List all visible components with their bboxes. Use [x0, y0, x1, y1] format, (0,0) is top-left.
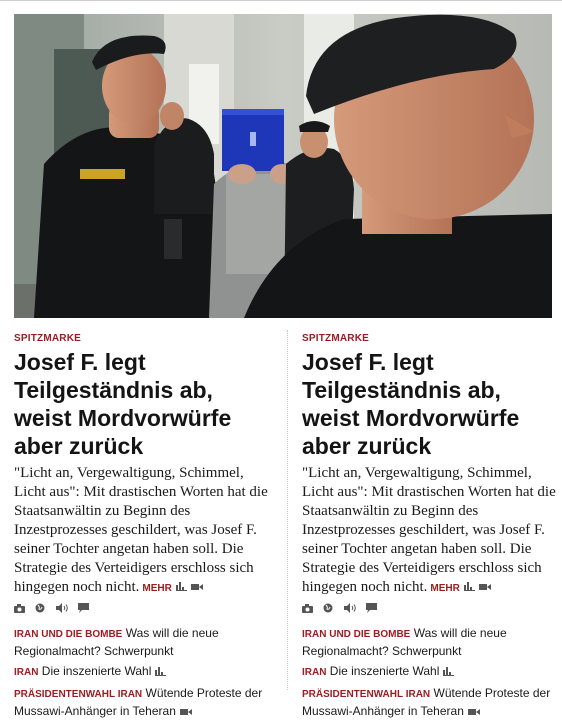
lead-photo[interactable] [14, 14, 552, 318]
more-link[interactable]: MEHR [430, 583, 459, 594]
related-links: IRAN UND DIE BOMBE Was will die neue Reg… [302, 625, 562, 720]
link-tag[interactable]: IRAN UND DIE BOMBE [14, 629, 122, 640]
chart-icon[interactable] [175, 578, 187, 597]
related-link[interactable]: IRAN UND DIE BOMBE Was will die neue Reg… [302, 625, 562, 659]
more-link[interactable]: MEHR [142, 583, 171, 594]
camera-icon[interactable] [14, 602, 25, 616]
chart-icon[interactable] [443, 664, 455, 680]
video-icon[interactable] [478, 578, 491, 597]
comment-icon[interactable] [366, 602, 378, 616]
chart-icon[interactable] [463, 578, 475, 597]
link-tag[interactable]: PRÄSIDENTENWAHL IRAN [302, 689, 430, 700]
link-tag[interactable]: IRAN [14, 667, 38, 678]
teaser-text: "Licht an, Vergewaltigung, Schimmel, Lic… [14, 465, 268, 595]
article-column-left: SPITZMARKE Josef F. legt Teilgeständnis … [14, 332, 276, 724]
link-text[interactable]: Die inszenierte Wahl [330, 664, 440, 678]
link-text[interactable]: Die inszenierte Wahl [42, 664, 152, 678]
globe-icon[interactable] [35, 602, 45, 616]
audio-icon[interactable] [343, 602, 356, 616]
related-link[interactable]: PRÄSIDENTENWAHL IRAN Wütende Proteste de… [302, 685, 562, 720]
top-rule [0, 0, 562, 1]
link-tag[interactable]: IRAN UND DIE BOMBE [302, 629, 410, 640]
camera-icon[interactable] [302, 602, 313, 616]
kicker[interactable]: SPITZMARKE [302, 332, 562, 346]
related-links: IRAN UND DIE BOMBE Was will die neue Reg… [14, 625, 276, 720]
globe-icon[interactable] [323, 602, 333, 616]
column-divider [287, 330, 288, 690]
video-icon[interactable] [179, 704, 192, 720]
related-link[interactable]: IRAN Die inszenierte Wahl [14, 663, 276, 681]
teaser-text: "Licht an, Vergewaltigung, Schimmel, Lic… [302, 465, 556, 595]
audio-icon[interactable] [55, 602, 68, 616]
related-link[interactable]: IRAN Die inszenierte Wahl [302, 663, 562, 681]
video-icon[interactable] [190, 578, 203, 597]
comment-icon[interactable] [78, 602, 90, 616]
teaser: "Licht an, Vergewaltigung, Schimmel, Lic… [302, 464, 560, 598]
media-icon-row [302, 602, 562, 616]
related-link[interactable]: IRAN UND DIE BOMBE Was will die neue Reg… [14, 625, 276, 659]
article-column-right: SPITZMARKE Josef F. legt Teilgeständnis … [302, 332, 562, 724]
teaser: "Licht an, Vergewaltigung, Schimmel, Lic… [14, 464, 272, 598]
headline-link[interactable]: Josef F. legt Teilgeständnis ab, weist M… [302, 348, 562, 460]
chart-icon[interactable] [155, 664, 167, 680]
kicker[interactable]: SPITZMARKE [14, 332, 276, 346]
video-icon[interactable] [467, 704, 480, 720]
media-icon-row [14, 602, 276, 616]
link-tag[interactable]: IRAN [302, 667, 326, 678]
related-link[interactable]: PRÄSIDENTENWAHL IRAN Wütende Proteste de… [14, 685, 276, 720]
headline-link[interactable]: Josef F. legt Teilgeständnis ab, weist M… [14, 348, 276, 460]
link-tag[interactable]: PRÄSIDENTENWAHL IRAN [14, 689, 142, 700]
